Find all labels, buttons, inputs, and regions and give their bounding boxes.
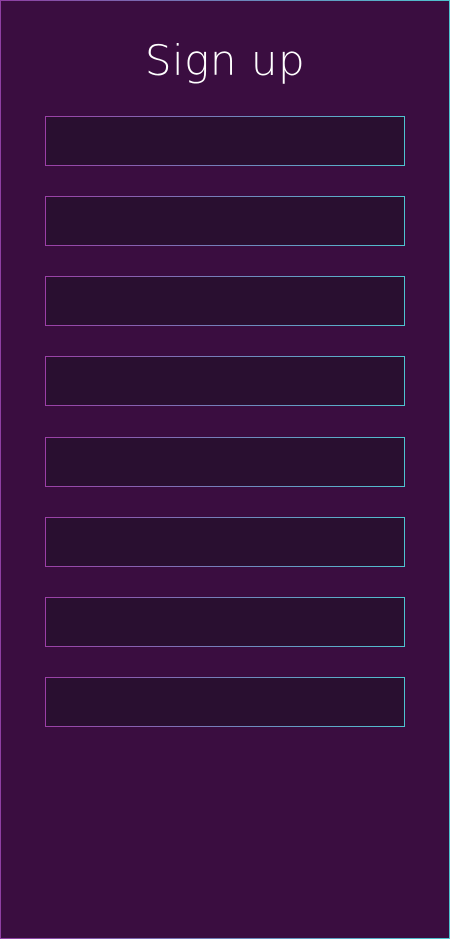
signup-field-4[interactable] (45, 356, 405, 406)
signup-field-5[interactable] (45, 437, 405, 487)
signup-field-2[interactable] (45, 196, 405, 246)
signup-field-1[interactable] (45, 116, 405, 166)
signup-field-7[interactable] (45, 597, 405, 647)
signup-field-3[interactable] (45, 276, 405, 326)
signup-panel: Sign up (0, 0, 450, 939)
signup-field-6[interactable] (45, 517, 405, 567)
page-title: Sign up (144, 36, 306, 85)
signup-field-8[interactable] (45, 677, 405, 727)
